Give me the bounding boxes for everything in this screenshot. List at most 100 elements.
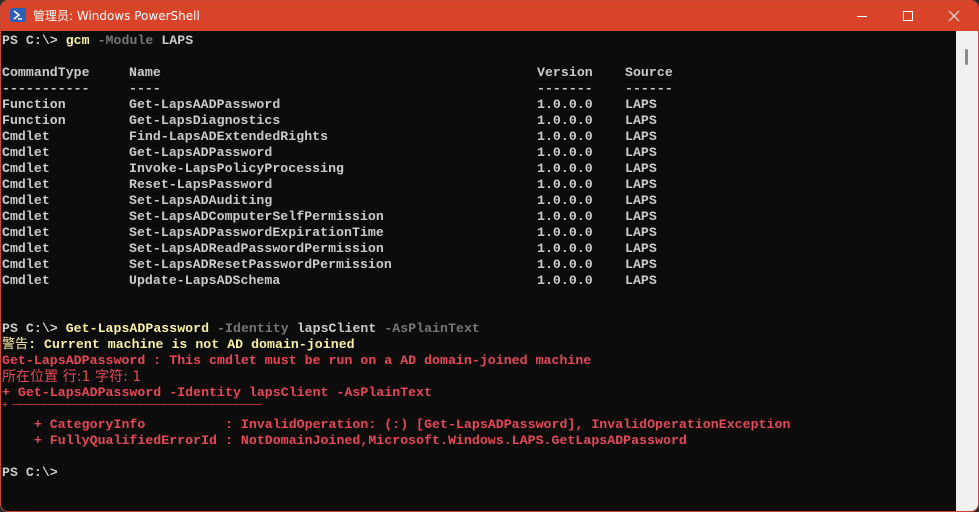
cell-source: LAPS	[625, 129, 657, 144]
error-message: Get-LapsADPassword : This cmdlet must be…	[2, 353, 592, 368]
cell-name: Set-LapsADResetPasswordPermission	[129, 257, 392, 272]
warning-line: 警告: Current machine is not AD domain-joi…	[2, 337, 355, 353]
cell-source: LAPS	[625, 241, 657, 256]
cell-source: LAPS	[625, 209, 657, 224]
window-title: 管理员: Windows PowerShell	[33, 9, 200, 23]
cell-source: LAPS	[625, 177, 657, 192]
command-argument: LAPS	[161, 33, 194, 48]
cell-commandtype: Cmdlet	[2, 193, 50, 208]
cell-source: LAPS	[625, 145, 657, 160]
header-commandtype: CommandType	[2, 65, 90, 80]
cell-version: 1.0.0.0	[537, 113, 593, 128]
error-category-info: + CategoryInfo : InvalidOperation: (:) […	[2, 417, 791, 432]
table-row: Cmdlet Find-LapsADExtendedRights 1.0.0.0 LA…	[2, 129, 762, 145]
cell-source: LAPS	[625, 193, 657, 208]
cell-name: Reset-LapsPassword	[129, 177, 273, 192]
cell-source: LAPS	[625, 273, 657, 288]
cell-name: Update-LapsADSchema	[129, 273, 281, 288]
cell-name: Set-LapsADPasswordExpirationTime	[129, 225, 384, 240]
close-button[interactable]	[931, 1, 977, 31]
cell-name: Invoke-LapsPolicyProcessing	[129, 161, 345, 176]
table-row: Function Get-LapsDiagnostics 1.0.0.0 LAPS	[2, 113, 762, 129]
table-row: Cmdlet Get-LapsADPassword 1.0.0.0 LAPS	[2, 145, 762, 161]
minimize-icon	[857, 16, 867, 17]
maximize-button[interactable]	[885, 1, 931, 31]
header-version: Version	[537, 65, 593, 80]
close-icon	[948, 10, 960, 22]
identity-argument: lapsClient	[296, 321, 377, 336]
maximize-icon	[903, 11, 913, 21]
table-header-underline: ----------- ---- ------- ------	[2, 81, 762, 97]
cell-source: LAPS	[625, 225, 657, 240]
command-name: Get-LapsADPassword	[65, 321, 210, 336]
cell-commandtype: Cmdlet	[2, 241, 50, 256]
scrollbar-thumb[interactable]	[965, 49, 968, 65]
cell-version: 1.0.0.0	[537, 193, 593, 208]
warning-text: : Current machine is not AD domain-joine…	[28, 337, 355, 352]
cell-version: 1.0.0.0	[537, 161, 593, 176]
command-name: gcm	[65, 33, 90, 48]
error-underline: + ~~~~~~~~~~~~~~~~~~~~~~~~~~~~~~~~~~~~~~…	[2, 401, 262, 412]
title-bar[interactable]: 管理员: Windows PowerShell	[1, 1, 978, 31]
command-parameter: -Module	[97, 33, 154, 48]
cell-version: 1.0.0.0	[537, 257, 593, 272]
cell-version: 1.0.0.0	[537, 241, 593, 256]
cell-commandtype: Function	[2, 97, 66, 112]
terminal-output[interactable]: PS C:\> gcm -Module LAPS CommandType Nam…	[1, 31, 956, 511]
table-row: Cmdlet Reset-LapsPassword 1.0.0.0 LAPS	[2, 177, 762, 193]
cell-version: 1.0.0.0	[537, 97, 593, 112]
final-prompt: PS C:\>	[2, 465, 58, 480]
error-fully-qualified-id: + FullyQualifiedErrorId : NotDomainJoine…	[2, 433, 687, 448]
cell-commandtype: Cmdlet	[2, 161, 50, 176]
cell-name: Get-LapsADPassword	[129, 145, 273, 160]
minimize-button[interactable]	[839, 1, 885, 31]
cell-commandtype: Cmdlet	[2, 225, 50, 240]
cell-name: Get-LapsDiagnostics	[129, 113, 281, 128]
cell-source: LAPS	[625, 161, 657, 176]
table-row: Function Get-LapsAADPassword 1.0.0.0 LAPS	[2, 97, 762, 113]
underline-source: ------	[625, 81, 673, 96]
prompt: PS C:\>	[2, 321, 66, 336]
table-row: Cmdlet Set-LapsADComputerSelfPermission 1.…	[2, 209, 762, 225]
table-row: Cmdlet Update-LapsADSchema 1.0.0.0 LAPS	[2, 273, 762, 289]
cell-commandtype: Cmdlet	[2, 129, 50, 144]
powershell-icon	[10, 8, 26, 22]
prompt: PS C:\>	[2, 33, 66, 48]
cell-version: 1.0.0.0	[537, 145, 593, 160]
cell-commandtype: Cmdlet	[2, 145, 50, 160]
vertical-scrollbar[interactable]	[956, 31, 978, 511]
underline-commandtype: -----------	[2, 81, 90, 96]
cell-name: Set-LapsADComputerSelfPermission	[129, 209, 384, 224]
identity-parameter: -Identity	[217, 321, 289, 336]
cell-version: 1.0.0.0	[537, 225, 593, 240]
header-source: Source	[625, 65, 673, 80]
powershell-window: 管理员: Windows PowerShell PS C:\> gcm -Mod…	[0, 0, 979, 512]
table-row: Cmdlet Set-LapsADAuditing 1.0.0.0 LAPS	[2, 193, 762, 209]
table-header: CommandType Name Version Source	[2, 65, 762, 81]
cell-name: Get-LapsAADPassword	[129, 97, 281, 112]
cell-commandtype: Function	[2, 113, 66, 128]
warning-label: 警告	[2, 337, 29, 352]
command-line-1: PS C:\> gcm -Module LAPS	[2, 33, 193, 49]
table-row: Cmdlet Set-LapsADResetPasswordPermission 1…	[2, 257, 762, 273]
cell-commandtype: Cmdlet	[2, 273, 50, 288]
cell-version: 1.0.0.0	[537, 209, 593, 224]
cell-commandtype: Cmdlet	[2, 257, 50, 272]
table-row: Cmdlet Set-LapsADPasswordExpirationTime 1.…	[2, 225, 762, 241]
cell-source: LAPS	[625, 97, 657, 112]
cell-name: Set-LapsADAuditing	[129, 193, 273, 208]
cell-name: Set-LapsADReadPasswordPermission	[129, 241, 384, 256]
asplaintext-parameter: -AsPlainText	[384, 321, 480, 336]
table-row: Cmdlet Set-LapsADReadPasswordPermission 1.…	[2, 241, 762, 257]
underline-version: -------	[537, 81, 593, 96]
command-line-2: PS C:\> Get-LapsADPassword -Identity lap…	[2, 321, 480, 337]
cell-source: LAPS	[625, 113, 657, 128]
cell-source: LAPS	[625, 257, 657, 272]
cell-commandtype: Cmdlet	[2, 177, 50, 192]
cell-name: Find-LapsADExtendedRights	[129, 129, 329, 144]
underline-name: ----	[129, 81, 161, 96]
table-row: Cmdlet Invoke-LapsPolicyProcessing 1.0.0.0…	[2, 161, 762, 177]
cell-version: 1.0.0.0	[537, 177, 593, 192]
header-name: Name	[129, 65, 161, 80]
cell-version: 1.0.0.0	[537, 129, 593, 144]
